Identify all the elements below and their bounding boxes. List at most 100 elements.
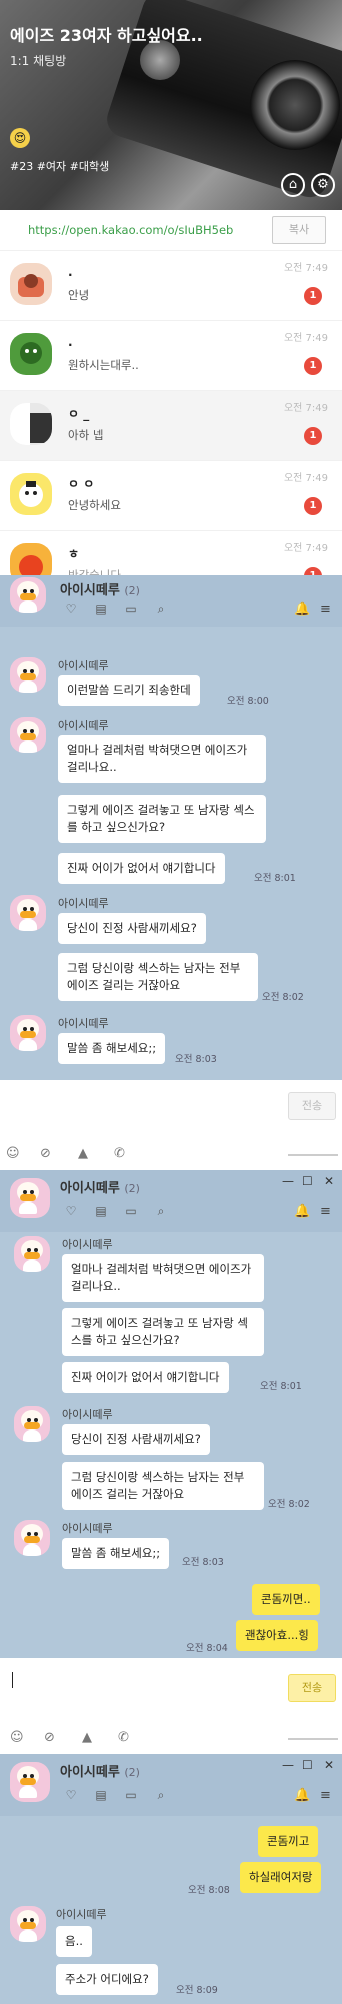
chat-time: 오전 7:49 xyxy=(283,263,328,274)
home-icon[interactable]: ⌂ xyxy=(281,173,305,197)
note-icon[interactable]: ▤ xyxy=(90,602,112,616)
message-time: 오전 8:08 xyxy=(188,1885,230,1896)
box-icon[interactable]: ▭ xyxy=(120,1204,142,1218)
search-icon[interactable]: ⌕ xyxy=(150,1788,172,1803)
search-icon[interactable]: ⌕ xyxy=(150,602,172,617)
message-time: 오전 8:02 xyxy=(268,1499,310,1510)
duck-avatar-icon xyxy=(14,1236,50,1272)
my-message-bubble: 괜찮아효...힝 xyxy=(236,1620,318,1651)
unread-badge: 1 xyxy=(304,567,322,575)
send-button[interactable]: 전송 xyxy=(288,1674,336,1702)
avatar xyxy=(10,473,52,515)
slider[interactable] xyxy=(288,1154,338,1156)
message-bubble: 얼마나 걸레처럼 박혀댓으면 에이즈가 걸리나요.. xyxy=(62,1254,264,1302)
sender-name: 아이시떼루 xyxy=(58,897,109,910)
close-button[interactable]: ✕ xyxy=(324,1758,334,1772)
chat-time: 오전 7:49 xyxy=(283,543,328,554)
openchat-tags: #23 #여자 #대학생 xyxy=(10,160,110,173)
message-time: 오전 8:04 xyxy=(186,1643,228,1654)
chat-time: 오전 7:49 xyxy=(283,403,328,414)
message-time: 오전 8:09 xyxy=(176,1985,218,1996)
maximize-button[interactable]: ☐ xyxy=(302,1758,313,1772)
chat-list-item[interactable]: ㅇ _ 아하 넵 오전 7:49 1 xyxy=(0,390,342,460)
input-toolbar: ☺ ⊘ ▲ ✆ xyxy=(0,1724,342,1754)
unread-badge: 1 xyxy=(304,287,322,305)
minimize-button[interactable]: — xyxy=(282,1758,294,1772)
duck-avatar-icon xyxy=(10,717,46,753)
bell-icon[interactable]: 🔔 xyxy=(294,1204,310,1219)
note-icon[interactable]: ▤ xyxy=(90,1788,112,1802)
message-time: 오전 8:02 xyxy=(262,992,304,1003)
phone-icon[interactable]: ✆ xyxy=(118,1730,129,1745)
sender-name: 아이시떼루 xyxy=(58,1017,109,1030)
chat-title: 아이시떼루 (2) xyxy=(60,1765,140,1780)
box-icon[interactable]: ▭ xyxy=(120,1788,142,1802)
duck-avatar-icon xyxy=(14,1520,50,1556)
maximize-button[interactable]: ☐ xyxy=(302,1174,313,1188)
avatar xyxy=(10,263,52,305)
chat-last-message: 아하 넵 xyxy=(68,428,104,442)
unread-badge: 1 xyxy=(304,357,322,375)
chat-window-header: 아이시떼루 (2) ♡ ▤ ▭ ⌕ 🔔 ≡ xyxy=(0,575,342,627)
duck-avatar-icon xyxy=(10,577,46,613)
bell-icon[interactable]: 🔔 xyxy=(294,1788,310,1803)
openchat-link[interactable]: https://open.kakao.com/o/sIuBH5eb xyxy=(28,223,233,237)
slider[interactable] xyxy=(288,1738,338,1740)
message-time: 오전 8:01 xyxy=(254,873,296,884)
chat-last-message: 반갑습니다 xyxy=(68,568,121,575)
my-message-bubble: 하실래여저랑 xyxy=(240,1862,322,1893)
message-bubble: 그럼 당신이랑 섹스하는 남자는 전부 에이즈 걸리는 거잖아요 xyxy=(58,953,258,1001)
duck-avatar-icon xyxy=(14,1406,50,1442)
heart-icon[interactable]: ♡ xyxy=(60,602,82,616)
settings-icon[interactable]: ⚙ xyxy=(311,173,335,197)
close-button[interactable]: ✕ xyxy=(324,1174,334,1188)
sender-name: 아이시떼루 xyxy=(62,1238,113,1251)
sender-name: 아이시떼루 xyxy=(58,659,109,672)
box-icon[interactable]: ▭ xyxy=(120,602,142,616)
duck-avatar-icon xyxy=(10,895,46,931)
chat-title: 아이시떼루 (2) xyxy=(60,1181,140,1196)
duck-avatar-icon xyxy=(10,1178,50,1218)
heart-icon[interactable]: ♡ xyxy=(60,1204,82,1218)
message-bubble: 진짜 어이가 없어서 얘기합니다 xyxy=(62,1362,229,1393)
smile-icon[interactable]: ☺ xyxy=(10,1730,24,1745)
chat-list-item[interactable]: . 원하시는대루.. 오전 7:49 1 xyxy=(0,320,342,390)
image-icon[interactable]: ▲ xyxy=(82,1730,92,1745)
duck-avatar-icon xyxy=(10,1015,46,1051)
my-message-bubble: 콘돔끼고 xyxy=(258,1826,319,1857)
image-icon[interactable]: ▲ xyxy=(78,1146,88,1161)
chat-last-message: 원하시는대루.. xyxy=(68,358,139,372)
clip-icon[interactable]: ⊘ xyxy=(44,1730,55,1745)
smile-icon[interactable]: ☺ xyxy=(6,1146,20,1161)
menu-icon[interactable]: ≡ xyxy=(320,1788,331,1803)
chat-list-item[interactable]: ㅇ ㅇ 안녕하세요 오전 7:49 1 xyxy=(0,460,342,530)
link-bar: https://open.kakao.com/o/sIuBH5eb 복사 xyxy=(0,210,342,250)
chat-window-header: 아이시떼루 (2) — ☐ ✕ ♡ ▤ ▭ ⌕ 🔔 ≡ xyxy=(0,1754,342,1816)
copy-button[interactable]: 복사 xyxy=(272,216,326,244)
heart-icon[interactable]: ♡ xyxy=(60,1788,82,1802)
menu-icon[interactable]: ≡ xyxy=(320,1204,331,1219)
chat-list-item[interactable]: . 안녕 오전 7:49 1 xyxy=(0,250,342,320)
bell-icon[interactable]: 🔔 xyxy=(294,602,310,617)
chat-time: 오전 7:49 xyxy=(283,333,328,344)
chat-list-item[interactable]: ㅎ 반갑습니다 오전 7:49 1 xyxy=(0,530,342,575)
menu-icon[interactable]: ≡ xyxy=(320,602,331,617)
message-bubble: 이런말씀 드리기 죄송한데 xyxy=(58,675,200,706)
send-button[interactable]: 전송 xyxy=(288,1092,336,1120)
phone-icon[interactable]: ✆ xyxy=(114,1146,125,1161)
input-toolbar: ☺ ⊘ ▲ ✆ xyxy=(0,1140,342,1170)
unread-badge: 1 xyxy=(304,497,322,515)
chat-window-header: 아이시떼루 (2) — ☐ ✕ ♡ ▤ ▭ ⌕ 🔔 ≡ xyxy=(0,1170,342,1232)
clip-icon[interactable]: ⊘ xyxy=(40,1146,51,1161)
sender-name: 아이시떼루 xyxy=(58,719,109,732)
note-icon[interactable]: ▤ xyxy=(90,1204,112,1218)
openchat-type: 1:1 채팅방 xyxy=(10,54,67,68)
chat-name: ㅎ xyxy=(68,547,80,561)
message-bubble: 그렇게 에이즈 걸려놓고 또 남자랑 섹스를 하고 싶으신가요? xyxy=(58,795,266,843)
message-input-area[interactable]: 전송 xyxy=(0,1658,342,1724)
search-icon[interactable]: ⌕ xyxy=(150,1204,172,1219)
chat-title: 아이시떼루 (2) xyxy=(60,583,140,598)
minimize-button[interactable]: — xyxy=(282,1174,294,1188)
unread-badge: 1 xyxy=(304,427,322,445)
message-input-area[interactable]: 전송 xyxy=(0,1080,342,1140)
